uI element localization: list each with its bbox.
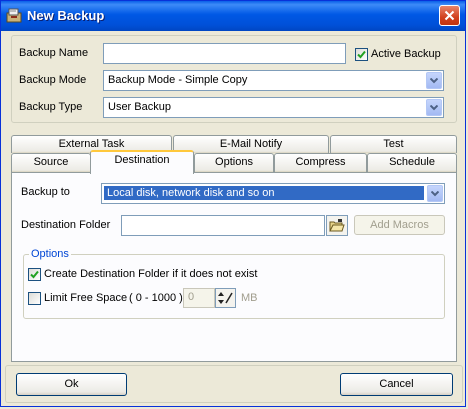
browse-folder-button[interactable] (326, 215, 348, 236)
ok-button[interactable]: Ok (16, 373, 127, 396)
backup-mode-select[interactable]: Backup Mode - Simple Copy (103, 70, 444, 91)
limit-spinner[interactable] (215, 288, 236, 308)
limit-free-space-checkbox[interactable] (28, 292, 41, 305)
backup-to-label: Backup to (21, 186, 70, 198)
create-folder-checkbox[interactable] (28, 268, 41, 281)
limit-value: 0 (188, 291, 195, 303)
backup-to-select[interactable]: Local disk, network disk and so on (101, 183, 445, 204)
backup-mode-label: Backup Mode (19, 74, 87, 86)
tab-source[interactable]: Source (11, 153, 91, 172)
backup-mode-value: Backup Mode - Simple Copy (108, 74, 248, 86)
active-backup-checkbox[interactable] (355, 48, 368, 61)
close-icon (444, 10, 455, 21)
spinner-icon (218, 292, 233, 304)
tab-email-notify[interactable]: E-Mail Notify (173, 135, 329, 153)
chevron-down-icon (430, 78, 438, 84)
open-folder-icon (329, 219, 345, 232)
options-group (23, 254, 445, 319)
add-macros-button[interactable]: Add Macros (354, 215, 445, 235)
close-button[interactable] (439, 5, 460, 26)
backup-app-icon (6, 7, 22, 23)
tab-options[interactable]: Options (194, 153, 274, 172)
check-icon (30, 270, 39, 279)
backup-type-select[interactable]: User Backup (103, 97, 444, 118)
destination-folder-label: Destination Folder (21, 219, 111, 231)
cancel-button[interactable]: Cancel (340, 373, 453, 396)
limit-value-input[interactable]: 0 (183, 288, 215, 308)
options-legend: Options (29, 248, 71, 260)
tab-destination[interactable]: Destination (90, 150, 194, 174)
create-folder-label: Create Destination Folder if it does not… (44, 268, 258, 280)
new-backup-dialog: New Backup Backup Name Active Backup Bac… (0, 0, 466, 407)
backup-type-value: User Backup (108, 101, 171, 113)
backup-type-dropdown-button[interactable] (426, 99, 442, 116)
backup-type-label: Backup Type (19, 101, 83, 113)
backup-name-input[interactable] (103, 43, 346, 64)
backup-mode-dropdown-button[interactable] (426, 72, 442, 89)
window-title: New Backup (27, 8, 105, 23)
title-bar[interactable]: New Backup (1, 1, 465, 31)
tab-schedule[interactable]: Schedule (367, 153, 457, 172)
limit-unit-label: MB (241, 292, 258, 304)
backup-to-value: Local disk, network disk and so on (104, 186, 424, 200)
tab-compress[interactable]: Compress (274, 153, 367, 172)
limit-free-space-label: Limit Free Space (44, 292, 128, 304)
chevron-down-icon (431, 191, 439, 197)
backup-name-label: Backup Name (19, 47, 89, 59)
destination-folder-input[interactable] (121, 215, 325, 236)
check-icon (357, 50, 366, 59)
tab-test[interactable]: Test (330, 135, 457, 153)
active-backup-label: Active Backup (371, 48, 441, 60)
backup-to-dropdown-button[interactable] (427, 185, 443, 202)
limit-range-label: ( 0 - 1000 ) (129, 292, 183, 304)
chevron-down-icon (430, 105, 438, 111)
